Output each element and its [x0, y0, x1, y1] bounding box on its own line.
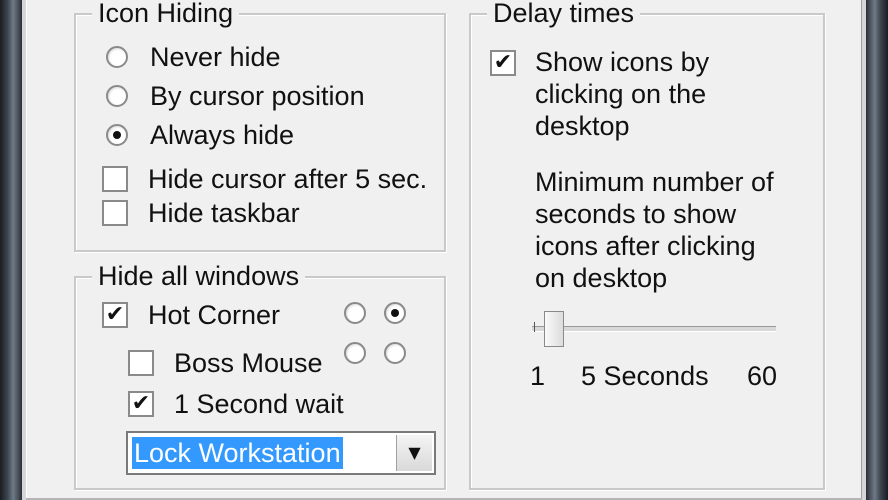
checkbox-second-wait-box[interactable]: ✔	[128, 391, 154, 417]
checkbox-hide-taskbar[interactable]: Hide taskbar	[102, 198, 300, 228]
icon-hiding-legend: Icon Hiding	[92, 0, 240, 28]
checkbox-hide-cursor[interactable]: Hide cursor after 5 sec.	[102, 164, 427, 194]
radio-always-hide-label: Always hide	[150, 120, 295, 150]
checkbox-show-icons-box[interactable]: ✔	[490, 50, 516, 76]
delay-slider-tick	[534, 322, 535, 332]
dialog-edge-right	[861, 0, 866, 500]
delay-slider-thumb[interactable]	[544, 311, 564, 347]
radio-never-hide-button[interactable]	[106, 46, 128, 68]
show-icons-label-line: clicking on the	[535, 79, 707, 109]
checkbox-hide-taskbar-label: Hide taskbar	[148, 198, 300, 228]
radio-always-hide[interactable]: Always hide	[106, 120, 294, 150]
checkbox-boss-mouse-label: Boss Mouse	[174, 348, 323, 378]
check-icon: ✔	[105, 302, 125, 327]
checkbox-hot-corner-box[interactable]: ✔	[102, 302, 128, 328]
checkbox-hide-taskbar-box[interactable]	[102, 200, 128, 226]
dialog-edge-left	[22, 0, 27, 500]
checkbox-second-wait[interactable]: ✔ 1 Second wait	[128, 389, 344, 419]
corner-radio-top-right[interactable]	[384, 302, 406, 324]
window-frame-left	[0, 0, 22, 500]
slider-min-label: 1	[530, 361, 546, 391]
hide-all-windows-legend: Hide all windows	[92, 261, 306, 291]
radio-never-hide[interactable]: Never hide	[106, 42, 281, 72]
checkbox-second-wait-label: 1 Second wait	[174, 389, 344, 419]
radio-by-cursor-position-label: By cursor position	[150, 81, 365, 111]
show-icons-label: Show icons by clicking on the desktop	[535, 46, 709, 142]
corner-radio-bottom-left[interactable]	[344, 342, 366, 364]
slider-value-label: 5 Seconds	[581, 361, 709, 391]
checkbox-hot-corner[interactable]: ✔ Hot Corner	[102, 300, 280, 330]
radio-always-hide-button[interactable]	[106, 124, 128, 146]
action-dropdown-value[interactable]: Lock Workstation	[132, 437, 343, 469]
delay-slider-track[interactable]	[532, 326, 776, 332]
delay-description-line: on desktop	[535, 263, 668, 293]
corner-radio-top-left[interactable]	[344, 302, 366, 324]
delay-description: Minimum number of seconds to show icons …	[535, 166, 774, 294]
delay-description-line: Minimum number of	[535, 167, 774, 197]
checkbox-boss-mouse-box[interactable]	[128, 350, 154, 376]
delay-times-legend: Delay times	[487, 0, 641, 28]
checkbox-boss-mouse[interactable]: Boss Mouse	[128, 348, 323, 378]
checkbox-hide-cursor-box[interactable]	[102, 166, 128, 192]
checkbox-hide-cursor-label: Hide cursor after 5 sec.	[148, 164, 428, 194]
corner-radio-bottom-right[interactable]	[384, 342, 406, 364]
dropdown-arrow-icon[interactable]: ▼	[396, 435, 432, 471]
delay-description-line: seconds to show	[535, 199, 737, 229]
check-icon: ✔	[493, 50, 513, 75]
radio-never-hide-label: Never hide	[150, 42, 281, 72]
show-icons-label-line: desktop	[535, 111, 630, 141]
show-icons-label-line: Show icons by	[535, 47, 710, 77]
radio-by-cursor-position[interactable]: By cursor position	[106, 81, 365, 111]
checkbox-show-icons[interactable]: ✔	[490, 48, 516, 76]
radio-by-cursor-position-button[interactable]	[106, 85, 128, 107]
check-icon: ✔	[131, 391, 151, 416]
delay-description-line: icons after clicking	[535, 231, 756, 261]
slider-max-label: 60	[747, 361, 778, 391]
action-dropdown[interactable]: Lock Workstation ▼	[126, 431, 436, 475]
checkbox-hot-corner-label: Hot Corner	[148, 300, 281, 330]
window-frame-right	[866, 0, 888, 500]
